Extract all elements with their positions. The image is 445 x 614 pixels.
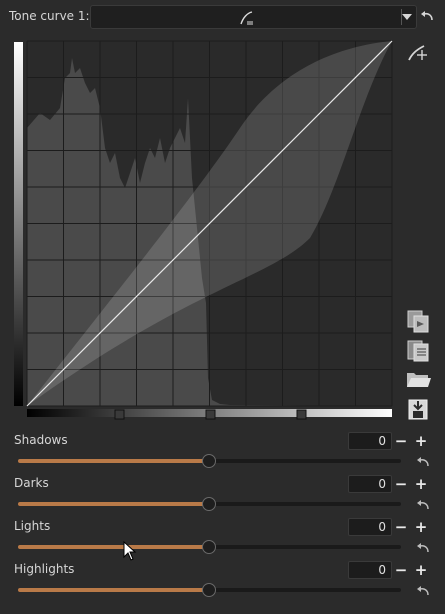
divider bbox=[401, 9, 402, 25]
open-icon bbox=[407, 373, 431, 387]
shadows-increase-button[interactable]: + bbox=[414, 434, 428, 449]
highlights-reset-button[interactable] bbox=[416, 585, 430, 597]
curve-type-icon bbox=[239, 10, 255, 29]
shadows-handle[interactable] bbox=[114, 409, 125, 420]
shadows-label: Shadows bbox=[14, 433, 68, 447]
darks-reset-button[interactable] bbox=[416, 499, 430, 511]
lights-value-field[interactable]: 0 bbox=[348, 518, 392, 536]
shadows-slider-fill bbox=[18, 459, 209, 463]
lights-label: Lights bbox=[14, 519, 51, 533]
undo-icon bbox=[421, 11, 433, 21]
save-curve-button[interactable] bbox=[404, 396, 432, 422]
highlights-decrease-button[interactable]: − bbox=[394, 563, 408, 578]
highlights-slider-knob[interactable] bbox=[202, 583, 216, 597]
lights-slider-fill bbox=[18, 545, 209, 549]
undo-icon bbox=[417, 500, 429, 510]
shadows-decrease-button[interactable]: − bbox=[394, 434, 408, 449]
lights-slider-knob[interactable] bbox=[202, 540, 216, 554]
lights-decrease-button[interactable]: − bbox=[394, 520, 408, 535]
curve-editor[interactable] bbox=[10, 38, 396, 424]
undo-icon bbox=[417, 543, 429, 553]
highlights-value-field[interactable]: 0 bbox=[348, 561, 392, 579]
highlights-slider-fill bbox=[18, 588, 209, 592]
output-gradient-bar bbox=[14, 42, 23, 406]
lights-reset-button[interactable] bbox=[416, 542, 430, 554]
darks-decrease-button[interactable]: − bbox=[394, 477, 408, 492]
curve-label: Tone curve 1: bbox=[9, 9, 90, 23]
paste-icon bbox=[407, 340, 429, 362]
highlights-label: Highlights bbox=[14, 562, 75, 576]
darks-slider-knob[interactable] bbox=[202, 497, 216, 511]
shadows-reset-button[interactable] bbox=[416, 456, 430, 468]
open-curve-button[interactable] bbox=[404, 366, 432, 392]
darks-increase-button[interactable]: + bbox=[414, 477, 428, 492]
edit-points-button[interactable] bbox=[404, 40, 432, 66]
shadows-value-field[interactable]: 0 bbox=[348, 432, 392, 450]
highlights-increase-button[interactable]: + bbox=[414, 563, 428, 578]
edit-points-icon bbox=[408, 45, 427, 61]
save-icon bbox=[408, 399, 428, 420]
midtones-handle[interactable] bbox=[205, 409, 216, 420]
reset-curve-button[interactable] bbox=[420, 10, 434, 25]
highlights-handle[interactable] bbox=[296, 409, 307, 420]
darks-value-field[interactable]: 0 bbox=[348, 475, 392, 493]
shadows-slider-knob[interactable] bbox=[202, 454, 216, 468]
chevron-down-icon bbox=[402, 14, 412, 20]
mouse-cursor bbox=[123, 541, 137, 561]
copy-icon bbox=[407, 310, 429, 333]
curve-type-select[interactable] bbox=[90, 5, 417, 29]
darks-label: Darks bbox=[14, 476, 49, 490]
undo-icon bbox=[417, 586, 429, 596]
lights-increase-button[interactable]: + bbox=[414, 520, 428, 535]
paste-curve-button[interactable] bbox=[404, 337, 432, 363]
copy-curve-button[interactable] bbox=[404, 308, 432, 334]
darks-slider-fill bbox=[18, 502, 209, 506]
undo-icon bbox=[417, 457, 429, 467]
